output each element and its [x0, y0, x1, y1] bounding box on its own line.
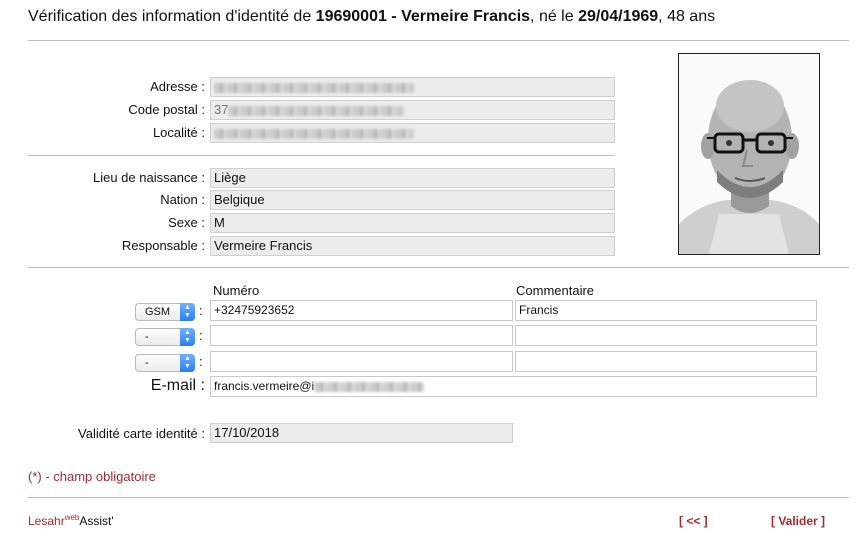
numero-input-3[interactable] [210, 351, 513, 372]
redacted-text [314, 381, 425, 392]
validate-button[interactable]: [ Valider ] [771, 514, 825, 528]
divider-address [28, 155, 615, 156]
email-input[interactable]: francis.vermeire@i [210, 376, 817, 397]
numero-input-1[interactable]: +32475923652 [210, 300, 513, 321]
portrait-image [679, 54, 819, 254]
title-id-name: 19690001 - Vermeire Francis [315, 8, 531, 25]
title-birth-date: 29/04/1969 [578, 8, 659, 25]
contact-type-value-1: GSM [145, 306, 171, 318]
brand-logo: LesahrwebAssist' [28, 513, 114, 528]
validite-field[interactable]: 17/10/2018 [210, 423, 513, 443]
nation-label: Nation : [160, 192, 205, 207]
divider-top [28, 40, 849, 41]
commentaire-input-3[interactable] [515, 351, 817, 372]
redacted-text [228, 105, 404, 116]
commentaire-header: Commentaire [516, 283, 595, 298]
divider-bottom [28, 497, 849, 498]
title-age: , 48 ans [658, 8, 716, 25]
brand-tail: Assist' [79, 514, 114, 528]
code-postal-label: Code postal : [128, 102, 205, 117]
responsable-label: Responsable : [121, 238, 205, 253]
colon: : [199, 354, 203, 369]
validite-label: Validité carte identité : [78, 426, 205, 441]
numero-input-2[interactable] [210, 325, 513, 346]
adresse-label: Adresse : [150, 79, 205, 94]
nation-field[interactable]: Belgique [210, 190, 615, 210]
email-label: E-mail : [150, 377, 205, 394]
up-down-chevron-icon: ▲ ▼ [180, 328, 195, 346]
colon: : [199, 328, 203, 343]
contact-type-select-2[interactable]: - ▲ ▼ [135, 328, 195, 346]
commentaire-input-1[interactable]: Francis [515, 300, 817, 321]
email-value: francis.vermeire@i [214, 379, 315, 393]
adresse-field[interactable] [210, 77, 615, 97]
sexe-field[interactable]: M [210, 213, 615, 233]
title-born-text: , né le [530, 8, 574, 25]
back-button[interactable]: [ << ] [679, 514, 708, 528]
id-photo [678, 53, 820, 255]
numero-header: Numéro [213, 283, 260, 298]
redacted-text [214, 82, 414, 93]
contact-type-value-3: - [145, 357, 149, 369]
brand-sup: web [64, 513, 80, 522]
commentaire-input-2[interactable] [515, 325, 817, 346]
localite-field[interactable] [210, 123, 615, 143]
contact-type-select-1[interactable]: GSM ▲ ▼ [135, 303, 195, 321]
localite-label: Localité : [152, 125, 205, 140]
contact-type-select-3[interactable]: - ▲ ▼ [135, 354, 195, 372]
page-title: Vérification des information d'identité … [28, 8, 715, 26]
lieu-naissance-label: Lieu de naissance : [92, 170, 205, 185]
contact-type-value-2: - [145, 331, 149, 343]
sexe-label: Sexe : [168, 215, 205, 230]
title-prefix: Vérification des information d'identité … [28, 8, 312, 25]
responsable-field[interactable]: Vermeire Francis [210, 236, 615, 256]
code-postal-prefix: 37 [214, 102, 229, 117]
brand-main: Lesahr [28, 514, 65, 528]
up-down-chevron-icon: ▲ ▼ [180, 303, 195, 321]
lieu-naissance-field[interactable]: Liège [210, 168, 615, 188]
required-note: (*) - champ obligatoire [28, 469, 156, 484]
up-down-chevron-icon: ▲ ▼ [180, 354, 195, 372]
redacted-text [214, 128, 414, 139]
colon: : [199, 303, 203, 318]
divider-identity [28, 267, 849, 268]
code-postal-field[interactable]: 37 [210, 100, 615, 120]
